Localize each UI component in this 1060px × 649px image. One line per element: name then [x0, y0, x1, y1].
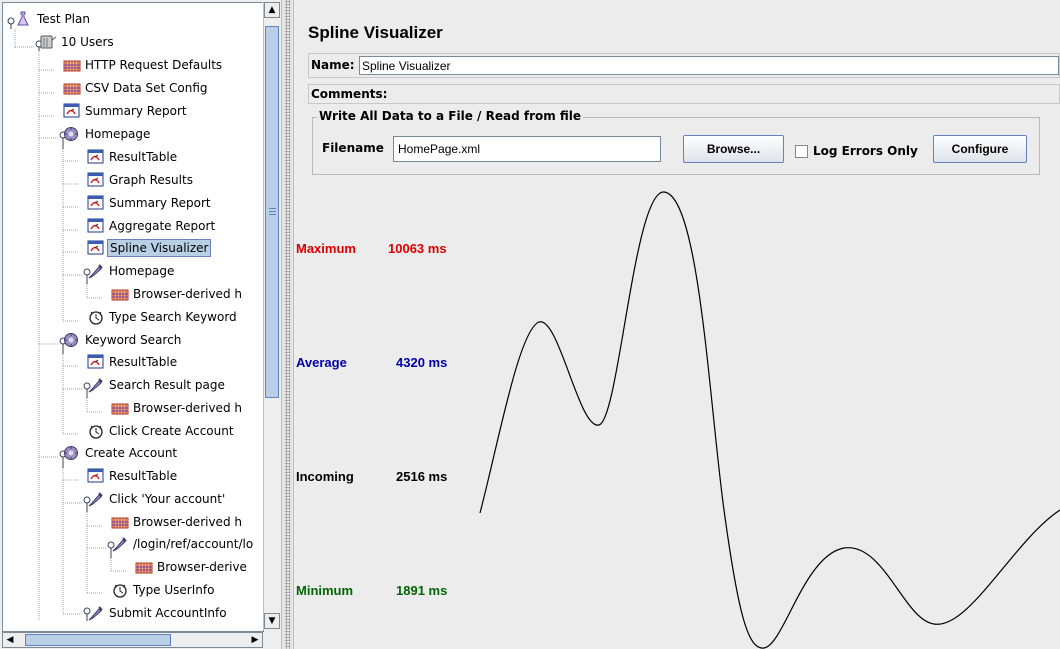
tree-node-label: HTTP Request Defaults: [85, 58, 223, 72]
tree-node-label: ResultTable: [109, 150, 178, 164]
spline-graph: [479, 191, 1060, 649]
tree-handle[interactable]: [7, 17, 15, 29]
tree-node-label: Type Search Keyword: [109, 310, 237, 324]
listener-icon: [87, 240, 105, 256]
tree-node-label: Browser-derived h: [133, 401, 242, 415]
config-element-icon: [63, 80, 81, 96]
tree-node-label: Browser-derived h: [133, 515, 242, 529]
log-errors-only-checkbox[interactable]: [795, 145, 808, 158]
filename-input[interactable]: [393, 136, 661, 162]
name-row: Name:: [308, 53, 1060, 78]
grip-line: [269, 208, 276, 209]
transaction-controller-icon: [63, 445, 81, 461]
listener-icon: [87, 172, 105, 188]
file-panel-legend: Write All Data to a File / Read from fil…: [317, 109, 584, 123]
spline-visualizer-panel: Spline Visualizer Name: Comments: Write …: [294, 0, 1060, 649]
tree-horizontal-scroll-thumb[interactable]: [25, 634, 171, 646]
config-element-icon: [111, 514, 129, 530]
comments-label: Comments:: [311, 87, 388, 101]
timer-icon: [87, 309, 105, 325]
tree-node-label: Spline Visualizer: [107, 239, 212, 257]
split-pane-divider[interactable]: [281, 0, 294, 649]
tree-node-label: Homepage: [109, 264, 175, 278]
listener-icon: [63, 103, 81, 119]
tree-node-label: /login/ref/account/lo: [133, 537, 254, 551]
tree-node-label: Graph Results: [109, 173, 193, 187]
tree-node-label: Search Result page: [109, 378, 225, 392]
scroll-down-arrow-icon[interactable]: ▼: [264, 613, 280, 629]
tree-node-label: 10 Users: [61, 35, 114, 49]
tree-node-label: Homepage: [85, 127, 151, 141]
listener-icon: [87, 218, 105, 234]
tree-vertical-scroll-thumb[interactable]: [265, 26, 279, 398]
sampler-icon: [111, 536, 129, 552]
spline-curve: [479, 191, 1060, 649]
name-label: Name:: [311, 58, 355, 72]
timer-icon: [111, 582, 129, 598]
thread-group-icon: [39, 34, 57, 50]
tree-node-label: Browser-derive: [157, 560, 247, 574]
sampler-icon: [87, 263, 105, 279]
tree-node-label: Create Account: [85, 446, 178, 460]
tree-node-label: Submit AccountInfo: [109, 606, 227, 620]
comments-row[interactable]: Comments:: [308, 84, 1060, 104]
test-plan-icon: [15, 11, 33, 27]
grip-line: [269, 211, 276, 212]
tree-node-label: Browser-derived h: [133, 287, 242, 301]
scroll-up-arrow-icon[interactable]: ▲: [264, 2, 280, 18]
tree-node-label: ResultTable: [109, 469, 178, 483]
config-element-icon: [111, 400, 129, 416]
tree-node-label: Test Plan: [37, 12, 90, 26]
tree-node-label: Click Create Account: [109, 424, 234, 438]
timer-icon: [87, 423, 105, 439]
name-input[interactable]: [359, 56, 1059, 75]
sampler-icon: [87, 491, 105, 507]
divider-grip: [285, 0, 290, 649]
tree-node-label: Type UserInfo: [133, 583, 215, 597]
write-data-file-panel: Write All Data to a File / Read from fil…: [312, 109, 1040, 175]
test-plan-tree[interactable]: Test Plan 10 Users HTTP Request Defaults CS…: [2, 2, 264, 632]
tree-node-label: ResultTable: [109, 355, 178, 369]
transaction-controller-icon: [63, 126, 81, 142]
tree-node-label: Aggregate Report: [109, 219, 216, 233]
sampler-icon: [87, 377, 105, 393]
configure-button[interactable]: Configure: [933, 135, 1027, 163]
filename-label: Filename: [322, 141, 384, 155]
config-element-icon: [135, 559, 153, 575]
listener-icon: [87, 149, 105, 165]
listener-icon: [87, 354, 105, 370]
listener-icon: [87, 195, 105, 211]
test-plan-tree-panel: Test Plan 10 Users HTTP Request Defaults CS…: [0, 0, 281, 649]
scroll-right-arrow-icon[interactable]: ▶: [248, 633, 262, 647]
panel-title: Spline Visualizer: [308, 23, 443, 42]
transaction-controller-icon: [63, 332, 81, 348]
scroll-left-arrow-icon[interactable]: ◀: [3, 633, 17, 647]
tree-node-label: Click 'Your account': [109, 492, 226, 506]
config-element-icon: [111, 286, 129, 302]
browse-button[interactable]: Browse...: [683, 135, 784, 163]
config-element-icon: [63, 57, 81, 73]
log-errors-only-label: Log Errors Only: [813, 144, 918, 158]
tree-vertical-scrollbar[interactable]: ▲ ▼: [263, 2, 281, 630]
tree-node-label: Keyword Search: [85, 333, 182, 347]
tree-node-label: Summary Report: [85, 104, 187, 118]
sampler-icon: [87, 605, 105, 621]
tree-node-label: Summary Report: [109, 196, 211, 210]
tree-horizontal-scrollbar[interactable]: ◀ ▶: [2, 632, 263, 648]
tree-node-label: CSV Data Set Config: [85, 81, 208, 95]
grip-line: [269, 214, 276, 215]
listener-icon: [87, 468, 105, 484]
